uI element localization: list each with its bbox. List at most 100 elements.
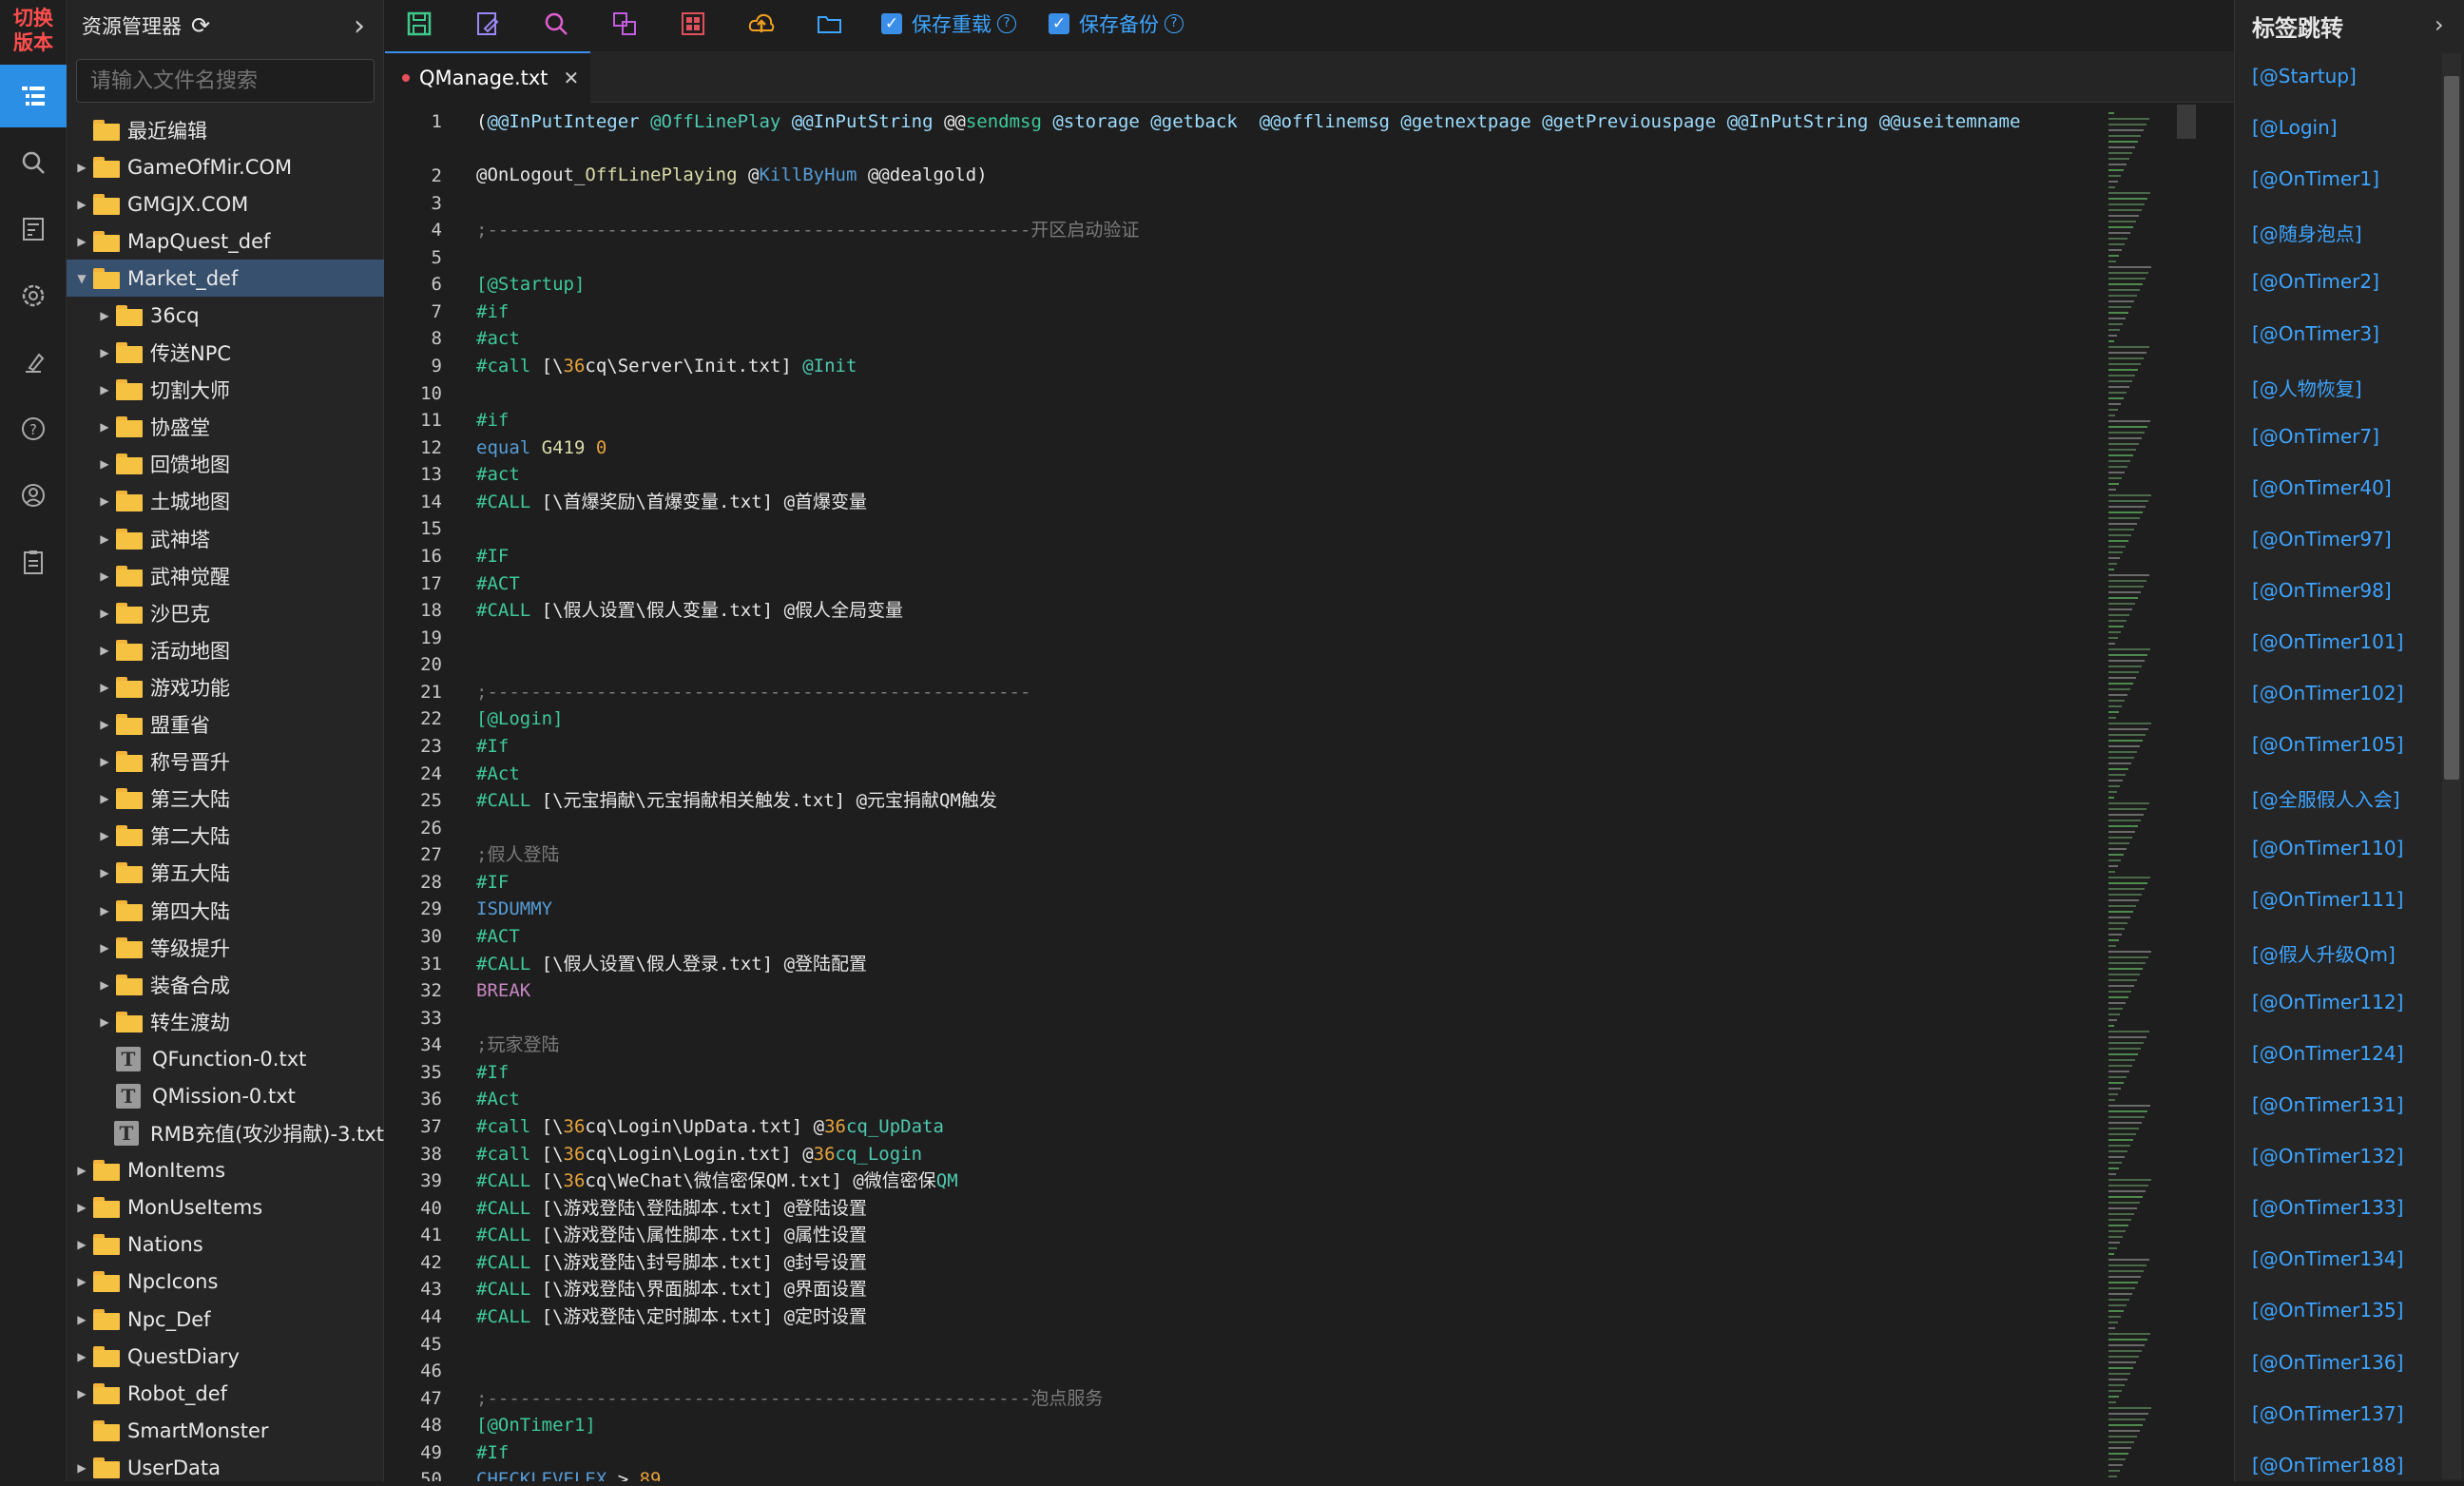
bookmark-link[interactable]: [@OnTimer3] [2252, 322, 2379, 345]
tree-folder-item[interactable]: ▶ 切割大师 [67, 372, 384, 409]
save-backup-checkbox[interactable]: ✓ 保存备份 ? [1049, 10, 1184, 38]
tree-folder-item[interactable]: ▶ 装备合成 [67, 966, 384, 1003]
help-icon[interactable]: ? [997, 14, 1016, 33]
code-line[interactable]: ;---------------------------------------… [476, 217, 1139, 243]
caret-right-icon[interactable]: ▶ [97, 978, 112, 992]
code-line[interactable]: equal G419 0 [476, 434, 606, 461]
tree-folder-item[interactable]: ▶ 土城地图 [67, 483, 384, 520]
caret-right-icon[interactable]: ▶ [97, 829, 112, 842]
caret-right-icon[interactable]: ▶ [97, 755, 112, 768]
code-line[interactable]: #act [476, 461, 520, 488]
tree-folder-item[interactable]: ▶ 游戏功能 [67, 668, 384, 705]
code-line[interactable]: #call [\36cq\Login\UpData.txt] @36cq_UpD… [476, 1113, 944, 1140]
code-line[interactable]: ;---------------------------------------… [476, 1385, 1103, 1412]
caret-right-icon[interactable]: ▶ [97, 494, 112, 508]
bookmark-link[interactable]: [@OnTimer101] [2252, 630, 2403, 653]
caret-right-icon[interactable]: ▶ [74, 1387, 89, 1400]
tree-folder-item[interactable]: ▶ NpcIcons [67, 1264, 384, 1301]
tree-folder-item[interactable]: ▶ MapQuest_def [67, 222, 384, 260]
caret-down-icon[interactable]: ▼ [74, 272, 89, 285]
code-line[interactable]: #CALL [\假人设置\假人登录.txt] @登陆配置 [476, 951, 867, 977]
bookmark-link[interactable]: [@OnTimer111] [2252, 888, 2403, 911]
edit-icon[interactable] [453, 0, 522, 48]
bookmark-link[interactable]: [@OnTimer131] [2252, 1093, 2403, 1116]
folder-open-icon[interactable] [796, 0, 864, 48]
tree-file-item[interactable]: T RMB充值(攻沙捐献)-3.txt [67, 1115, 384, 1152]
file-search-input[interactable] [76, 59, 375, 103]
bookmark-link[interactable]: [@Login] [2252, 116, 2338, 139]
code-line[interactable]: #CALL [\假人设置\假人变量.txt] @假人全局变量 [476, 597, 903, 624]
grid-icon[interactable] [659, 0, 727, 48]
tree-folder-item[interactable]: ▶ GMGJX.COM [67, 185, 384, 222]
code-line[interactable]: #Act [476, 761, 520, 787]
bookmark-link[interactable]: [@OnTimer110] [2252, 837, 2403, 859]
tree-folder-item[interactable]: ▶ 武神塔 [67, 520, 384, 557]
tree-folder-item[interactable]: ▶ 回馈地图 [67, 446, 384, 483]
caret-right-icon[interactable]: ▶ [97, 569, 112, 583]
tree-folder-item[interactable]: ▶ 传送NPC [67, 335, 384, 372]
caret-right-icon[interactable]: ▶ [97, 718, 112, 731]
bookmark-link[interactable]: [@OnTimer134] [2252, 1247, 2403, 1270]
bookmark-link[interactable]: [@OnTimer124] [2252, 1042, 2403, 1065]
code-line[interactable]: CHECKLEVELEX > 89 [476, 1466, 662, 1481]
tree-folder-item[interactable]: ▶ 活动地图 [67, 631, 384, 668]
caret-right-icon[interactable]: ▶ [97, 457, 112, 471]
bookmark-link[interactable]: [@OnTimer133] [2252, 1196, 2403, 1219]
account-icon[interactable] [0, 464, 67, 527]
caret-right-icon[interactable]: ▶ [97, 941, 112, 955]
save-reload-checkbox[interactable]: ✓ 保存重载 ? [881, 10, 1016, 38]
code-editor[interactable]: 1 2 3 4 5 6 7 8 9 10 11 12 13 14 15 16 17 18 19 20 21 22 23 24 2… [385, 103, 2234, 1481]
code-line[interactable]: #CALL [\游戏登陆\封号脚本.txt] @封号设置 [476, 1249, 867, 1276]
caret-right-icon[interactable]: ▶ [74, 1238, 89, 1251]
tab-qmanage[interactable]: QManage.txt ✕ [385, 51, 590, 103]
bookmark-link[interactable]: [@OnTimer132] [2252, 1145, 2403, 1168]
bookmark-link[interactable]: [@OnTimer98] [2252, 579, 2392, 602]
bookmark-link[interactable]: [@全服假人入会] [2252, 784, 2400, 812]
tree-folder-item[interactable]: ▶ Robot_def [67, 1375, 384, 1412]
refresh-icon[interactable]: ⟳ [191, 12, 210, 39]
bookmark-link[interactable]: [@OnTimer105] [2252, 733, 2403, 756]
code-line[interactable]: #CALL [\元宝捐献\元宝捐献相关触发.txt] @元宝捐献QM触发 [476, 787, 997, 814]
caret-right-icon[interactable]: ▶ [97, 1015, 112, 1029]
caret-right-icon[interactable]: ▶ [97, 309, 112, 322]
clipboard-icon[interactable] [0, 531, 67, 593]
code-line[interactable]: #CALL [\首爆奖励\首爆变量.txt] @首爆变量 [476, 489, 867, 515]
caret-right-icon[interactable]: ▶ [74, 1201, 89, 1214]
caret-right-icon[interactable]: ▶ [97, 383, 112, 396]
checkbox-checked-icon[interactable]: ✓ [1049, 13, 1069, 34]
search-icon[interactable] [0, 131, 67, 194]
code-line[interactable]: ISDUMMY [476, 896, 552, 922]
tree-folder-item[interactable]: ▶ 36cq [67, 297, 384, 334]
code-line[interactable]: #if [476, 299, 509, 325]
bookmark-link[interactable]: [@OnTimer188] [2252, 1454, 2403, 1476]
tree-folder-item[interactable]: ▶ 协盛堂 [67, 409, 384, 446]
caret-right-icon[interactable]: ▶ [97, 607, 112, 620]
caret-right-icon[interactable]: ▶ [74, 1275, 89, 1288]
code-line[interactable]: #act [476, 325, 520, 352]
caret-right-icon[interactable]: ▶ [97, 866, 112, 879]
code-line[interactable]: #call [\36cq\Server\Init.txt] @Init [476, 353, 857, 379]
caret-right-icon[interactable]: ▶ [97, 532, 112, 546]
tree-folder-item[interactable]: ▶ 转生渡劫 [67, 1003, 384, 1040]
caret-right-icon[interactable]: ▶ [74, 1313, 89, 1326]
caret-right-icon[interactable]: ▶ [74, 161, 89, 174]
code-line[interactable]: ;---------------------------------------… [476, 679, 1030, 705]
tree-folder-item[interactable]: ▼ Market_def [67, 260, 384, 298]
tree-file-item[interactable]: T QMission-0.txt [67, 1077, 384, 1114]
caret-right-icon[interactable]: ▶ [97, 792, 112, 805]
tree-folder-item[interactable]: ▶ GameOfMir.COM [67, 148, 384, 185]
code-line[interactable]: #CALL [\36cq\WeChat\微信密保QM.txt] @微信密保QM [476, 1168, 958, 1194]
code-line[interactable]: [@OnTimer1] [476, 1412, 596, 1438]
tree-folder-item[interactable]: ▶ 第四大陆 [67, 892, 384, 929]
search-icon[interactable] [522, 0, 590, 48]
caret-right-icon[interactable]: ▶ [74, 235, 89, 248]
code-line[interactable]: #CALL [\游戏登陆\属性脚本.txt] @属性设置 [476, 1222, 867, 1248]
code-line[interactable]: #if [476, 407, 509, 434]
bookmark-link[interactable]: [@OnTimer1] [2252, 167, 2379, 190]
caret-right-icon[interactable]: ▶ [74, 1164, 89, 1177]
tree-file-item[interactable]: T QFunction-0.txt [67, 1040, 384, 1077]
caret-right-icon[interactable]: ▶ [74, 198, 89, 211]
bookmark-link[interactable]: [@OnTimer136] [2252, 1351, 2403, 1374]
report-icon[interactable] [0, 198, 67, 261]
code-line[interactable]: #IF [476, 869, 509, 896]
